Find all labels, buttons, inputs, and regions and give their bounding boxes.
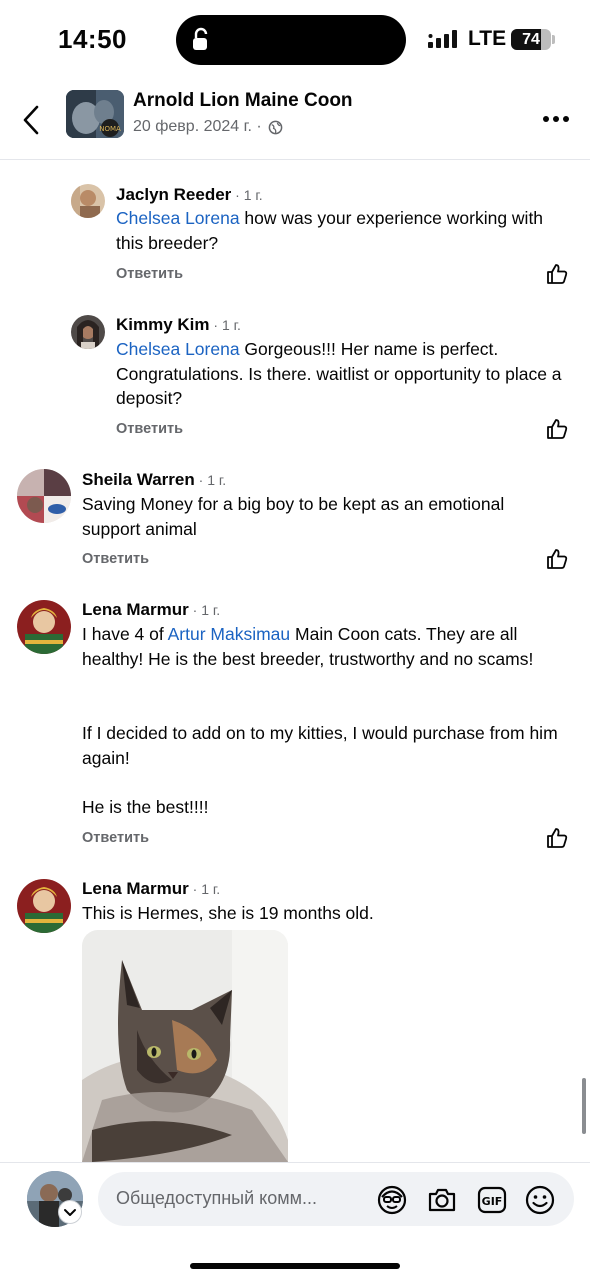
comment-time: · 1 г. [231, 187, 263, 203]
comment-header: Lena Marmur · 1 г. [82, 600, 220, 620]
mention-link[interactable]: Chelsea Lorena [116, 208, 240, 228]
gif-icon[interactable]: GIF [476, 1184, 508, 1216]
comment-input-placeholder: Общедоступный комм... [116, 1188, 318, 1208]
battery-indicator: 74 [511, 29, 551, 50]
battery-tip [552, 35, 555, 44]
comment-body: I have 4 of [82, 624, 168, 644]
comment-author[interactable]: Sheila Warren [82, 470, 195, 489]
comment-paragraph: He is the best!!!! [82, 797, 209, 817]
comment-paragraph: If I decided to add on to my kitties, I … [82, 723, 558, 768]
chevron-left-icon[interactable] [20, 104, 44, 136]
comment-text: Chelsea Lorena how was your experience w… [116, 206, 566, 255]
avatar-sticker-icon[interactable] [376, 1184, 408, 1216]
thumbs-up-icon[interactable] [545, 547, 569, 571]
comment-header: Lena Marmur · 1 г. [82, 879, 220, 899]
battery-percent: 74 [522, 31, 540, 48]
comment-header: Jaclyn Reeder · 1 г. [116, 185, 263, 205]
post-date: 20 февр. 2024 г. · [133, 118, 262, 135]
page-avatar[interactable]: NOMA [66, 90, 124, 138]
thumbs-up-icon[interactable] [545, 262, 569, 286]
comment-time: · 1 г. [209, 317, 241, 333]
home-indicator[interactable] [190, 1263, 400, 1269]
comment-text: This is Hermes, she is 19 months old. [82, 903, 374, 923]
comment-author[interactable]: Jaclyn Reeder [116, 185, 231, 204]
avatar[interactable] [17, 469, 71, 523]
emoji-icon[interactable] [524, 1184, 556, 1216]
page-name[interactable]: Arnold Lion Maine Coon [133, 90, 353, 112]
thumbs-up-icon[interactable] [545, 826, 569, 850]
comment-time: · 1 г. [188, 881, 221, 897]
signal-icon [428, 30, 457, 48]
post-header: NOMA Arnold Lion Maine Coon 20 февр. 202… [0, 80, 590, 160]
comment-text: Saving Money for a big boy to be kept as… [82, 494, 505, 539]
comment-author[interactable]: Lena Marmur [82, 879, 189, 898]
comment-photo[interactable] [82, 930, 288, 1162]
more-dots-icon[interactable] [542, 114, 570, 124]
thumbs-up-icon[interactable] [545, 417, 569, 441]
post-meta: 20 февр. 2024 г. · [133, 118, 283, 136]
comment-composer: Общедоступный комм... GIF [0, 1162, 590, 1280]
comment-text: I have 4 of Artur Maksimau Main Coon cat… [82, 622, 570, 671]
comment-header: Kimmy Kim · 1 г. [116, 315, 241, 335]
lock-icon [193, 27, 208, 50]
svg-text:GIF: GIF [482, 1195, 503, 1208]
reply-button[interactable]: Ответить [82, 830, 149, 846]
globe-icon [268, 120, 283, 134]
reply-button[interactable]: Ответить [116, 421, 183, 437]
comment-author[interactable]: Kimmy Kim [116, 315, 210, 334]
comment-author[interactable]: Lena Marmur [82, 600, 189, 619]
network-label: LTE [468, 27, 507, 50]
comment-time: · 1 г. [188, 602, 221, 618]
avatar[interactable] [17, 600, 71, 654]
avatar[interactable] [71, 184, 105, 218]
account-switch-button[interactable] [58, 1200, 82, 1224]
reply-button[interactable]: Ответить [82, 551, 149, 567]
chevron-down-icon [64, 1209, 76, 1216]
comment-time: · 1 г. [194, 472, 227, 488]
status-time: 14:50 [58, 24, 127, 54]
comment-text: Chelsea Lorena Gorgeous!!! Her name is p… [116, 337, 574, 411]
svg-text:NOMA: NOMA [99, 125, 121, 133]
comment-header: Sheila Warren · 1 г. [82, 470, 226, 490]
mention-link[interactable]: Artur Maksimau [168, 624, 291, 644]
mention-link[interactable]: Chelsea Lorena [116, 339, 240, 359]
camera-icon[interactable] [426, 1184, 458, 1216]
reply-button[interactable]: Ответить [116, 266, 183, 282]
avatar[interactable] [71, 315, 105, 349]
status-bar: 14:50 LTE 74 [0, 0, 590, 80]
scrollbar[interactable] [582, 1078, 586, 1134]
comment-input[interactable]: Общедоступный комм... GIF [98, 1172, 574, 1226]
avatar[interactable] [17, 879, 71, 933]
